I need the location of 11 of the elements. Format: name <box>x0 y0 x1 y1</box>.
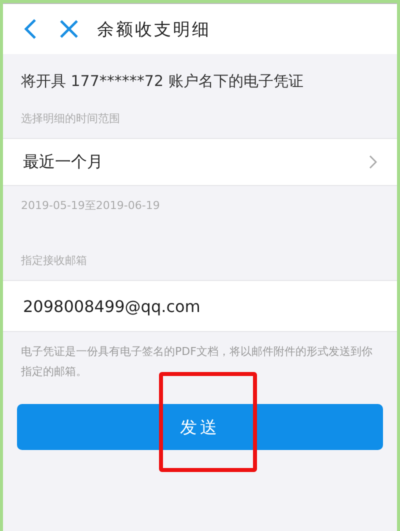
page-title: 余额收支明细 <box>97 18 211 40</box>
back-icon[interactable] <box>23 18 37 40</box>
note-text: 电子凭证是一份具有电子签名的PDF文档，将以邮件附件的形式发送到你指定的邮箱。 <box>20 344 374 380</box>
email-field[interactable]: 2098008499@qq.com <box>3 280 397 332</box>
account-notice: 将开具 177******72 账户名下的电子凭证 <box>20 71 304 91</box>
close-icon[interactable] <box>59 19 79 39</box>
section-label: 指定接收邮箱 <box>20 253 88 268</box>
chevron-icon <box>369 155 377 169</box>
date-range: 2019-05-19至2019-06-19 <box>20 198 161 213</box>
section-label: 选择明细的时间范围 <box>20 111 121 126</box>
range-selector[interactable]: 最近一个月 <box>3 138 397 186</box>
